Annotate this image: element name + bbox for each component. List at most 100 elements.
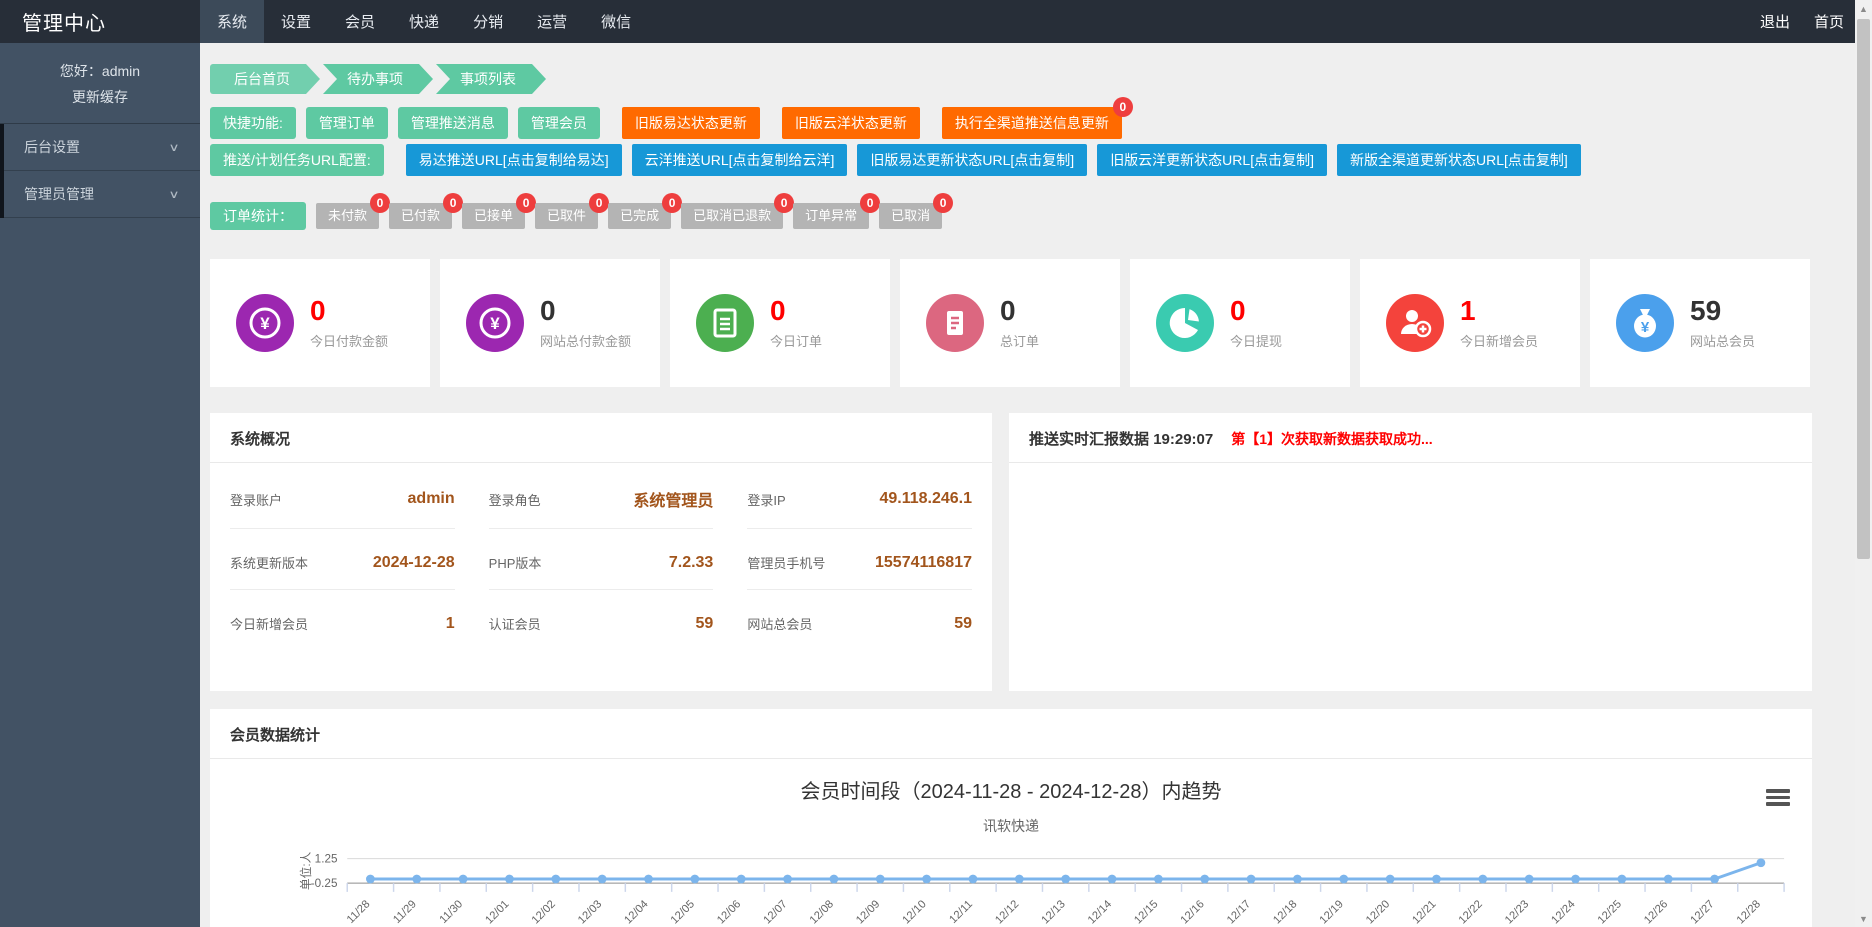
yida-status-update-button[interactable]: 旧版易达状态更新 (622, 107, 760, 139)
breadcrumb-todo[interactable]: 待办事项 (323, 64, 433, 94)
chart-plot-area: 1.25-0.25单位:人11/2811/2911/3012/0112/0212… (230, 846, 1792, 927)
sys-cell-php-version: PHP版本7.2.33 (489, 529, 714, 590)
stat-card-today-orders: 0今日订单 (670, 259, 890, 387)
svg-text:12/09: 12/09 (854, 898, 882, 926)
quick-actions-label: 快捷功能: (210, 107, 296, 139)
manage-orders-button[interactable]: 管理订单 (306, 107, 388, 139)
sidebar-item-admin-management[interactable]: 管理员管理 ∨ (4, 171, 200, 218)
field-value: admin (408, 490, 455, 508)
order-abnormal-button[interactable]: 订单异常0 (793, 203, 869, 229)
count-badge: 0 (370, 193, 390, 213)
stat-label: 今日付款金额 (310, 331, 388, 350)
svg-text:12/03: 12/03 (576, 898, 604, 926)
svg-text:12/08: 12/08 (808, 898, 836, 926)
manage-members-button[interactable]: 管理会员 (518, 107, 600, 139)
scroll-down-icon[interactable]: ▼ (1855, 910, 1872, 927)
breadcrumb-home[interactable]: 后台首页 (210, 64, 320, 94)
button-label: 已完成 (620, 208, 659, 223)
stat-value: 59 (1690, 296, 1755, 326)
stat-card-today-withdrawal: 0今日提现 (1130, 259, 1350, 387)
breadcrumb: 后台首页 待办事项 事项列表 (210, 64, 1812, 94)
order-completed-button[interactable]: 已完成0 (608, 203, 671, 229)
nav-item-system[interactable]: 系统 (200, 0, 264, 43)
nav-item-settings[interactable]: 设置 (264, 0, 328, 43)
svg-text:12/26: 12/26 (1642, 898, 1670, 926)
breadcrumb-list[interactable]: 事项列表 (436, 64, 546, 94)
count-badge: 0 (516, 193, 536, 213)
window-scrollbar[interactable]: ▲ ▼ (1855, 0, 1872, 927)
svg-text:12/27: 12/27 (1688, 898, 1716, 926)
push-report-panel: 推送实时汇报数据 19:29:07 第【1】次获取新数据获取成功... (1009, 413, 1812, 691)
svg-text:12/18: 12/18 (1271, 898, 1299, 926)
system-overview-title: 系统概况 (210, 413, 992, 463)
count-badge: 0 (774, 193, 794, 213)
stat-card-today-new-members: 1今日新增会员 (1360, 259, 1580, 387)
push-report-title: 推送实时汇报数据 19:29:07 (1029, 428, 1213, 449)
push-report-message: 第【1】次获取新数据获取成功... (1231, 429, 1432, 449)
home-link[interactable]: 首页 (1814, 11, 1844, 32)
order-unpaid-button[interactable]: 未付款0 (316, 203, 379, 229)
order-accepted-button[interactable]: 已接单0 (462, 203, 525, 229)
stat-card-today-payment: ¥ 0 今日付款金额 (210, 259, 430, 387)
svg-text:12/24: 12/24 (1549, 898, 1577, 926)
yunyang-status-update-button[interactable]: 旧版云洋状态更新 (782, 107, 920, 139)
main-content: 后台首页 待办事项 事项列表 快捷功能: 管理订单 管理推送消息 管理会员 旧版… (200, 43, 1855, 927)
scrollbar-thumb[interactable] (1857, 19, 1870, 559)
scroll-up-icon[interactable]: ▲ (1855, 0, 1872, 17)
svg-text:12/28: 12/28 (1735, 898, 1763, 926)
svg-text:12/20: 12/20 (1364, 898, 1392, 926)
count-badge: 0 (443, 193, 463, 213)
yunyang-push-url-button[interactable]: 云洋推送URL[点击复制给云洋] (632, 144, 848, 176)
sys-cell-login-account: 登录账户 admin (230, 463, 455, 529)
button-label: 已接单 (474, 208, 513, 223)
svg-text:12/01: 12/01 (483, 898, 511, 926)
receipt-icon (926, 294, 984, 352)
order-cancelled-button[interactable]: 已取消0 (879, 203, 942, 229)
yida-push-url-button[interactable]: 易达推送URL[点击复制给易达] (406, 144, 622, 176)
logout-link[interactable]: 退出 (1760, 11, 1790, 32)
svg-text:12/05: 12/05 (669, 898, 697, 926)
order-paid-button[interactable]: 已付款0 (389, 203, 452, 229)
field-value: 49.118.246.1 (879, 490, 972, 508)
button-label: 订单异常 (805, 208, 857, 223)
all-channel-push-update-button[interactable]: 执行全渠道推送信息更新 0 (942, 107, 1122, 139)
sidebar-item-backend-settings[interactable]: 后台设置 ∨ (4, 124, 200, 171)
stat-value: 0 (1000, 296, 1039, 326)
button-label: 已取消 (891, 208, 930, 223)
count-badge: 0 (589, 193, 609, 213)
sys-cell-total-members: 网站总会员59 (747, 590, 972, 650)
nav-item-wechat[interactable]: 微信 (584, 0, 648, 43)
order-picked-button[interactable]: 已取件0 (535, 203, 598, 229)
all-channel-update-status-url-button[interactable]: 新版全渠道更新状态URL[点击复制] (1337, 144, 1581, 176)
order-cancelled-refunded-button[interactable]: 已取消已退款0 (681, 203, 783, 229)
svg-text:12/04: 12/04 (622, 898, 650, 926)
nav-item-operation[interactable]: 运营 (520, 0, 584, 43)
member-stats-panel: 会员数据统计 会员时间段（2024-11-28 - 2024-12-28）内趋势… (210, 709, 1812, 927)
svg-text:12/06: 12/06 (715, 898, 743, 926)
svg-text:12/07: 12/07 (761, 898, 789, 926)
nav-item-members[interactable]: 会员 (328, 0, 392, 43)
stat-label: 网站总付款金额 (540, 331, 631, 350)
manage-push-messages-button[interactable]: 管理推送消息 (398, 107, 508, 139)
nav-item-distribution[interactable]: 分销 (456, 0, 520, 43)
chart-menu-icon[interactable] (1766, 789, 1790, 809)
chart-title: 会员时间段（2024-11-28 - 2024-12-28）内趋势 (230, 775, 1792, 804)
svg-text:¥: ¥ (260, 314, 270, 333)
stat-cards-row: ¥ 0今日付款金额 ¥ 0网站总付款金额 0今日订单 0总订单 (210, 259, 1812, 387)
svg-text:12/25: 12/25 (1596, 898, 1624, 926)
svg-text:12/11: 12/11 (947, 898, 975, 926)
refresh-cache-link[interactable]: 更新缓存 (0, 87, 200, 107)
chevron-down-icon: ∨ (168, 141, 179, 154)
trend-chart: 会员时间段（2024-11-28 - 2024-12-28）内趋势 讯软快递 1… (210, 775, 1812, 927)
nav-item-express[interactable]: 快递 (392, 0, 456, 43)
stat-value: 0 (310, 296, 388, 326)
field-value: 59 (954, 615, 972, 633)
yunyang-update-status-url-button[interactable]: 旧版云洋更新状态URL[点击复制] (1097, 144, 1327, 176)
field-value: 1 (446, 615, 455, 633)
sys-cell-login-ip: 登录IP49.118.246.1 (747, 463, 972, 529)
svg-text:11/28: 11/28 (345, 898, 373, 926)
field-label: 登录账户 (230, 490, 282, 509)
yida-update-status-url-button[interactable]: 旧版易达更新状态URL[点击复制] (857, 144, 1087, 176)
push-url-config-row: 推送/计划任务URL配置: 易达推送URL[点击复制给易达] 云洋推送URL[点… (210, 144, 1812, 176)
sys-cell-today-new-members: 今日新增会员1 (230, 590, 455, 650)
